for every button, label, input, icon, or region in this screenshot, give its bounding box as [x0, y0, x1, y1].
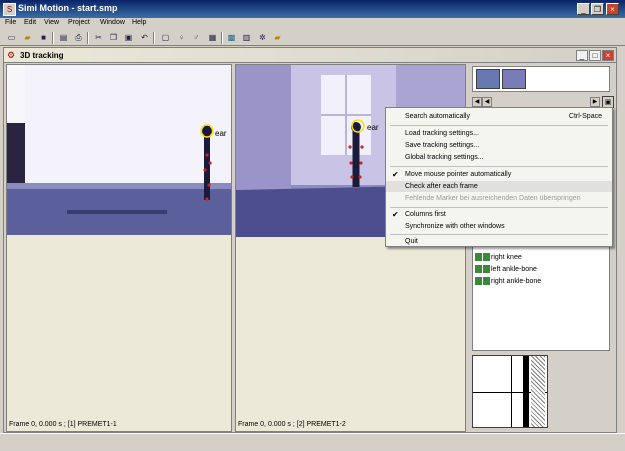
preview-grid: [472, 355, 548, 428]
menu-project[interactable]: Project: [68, 19, 90, 26]
menu-item-global-settings[interactable]: Global tracking settings...: [386, 152, 612, 163]
menu-item-columns-first[interactable]: ✔ Columns first: [386, 209, 612, 220]
app-icon[interactable]: S: [3, 3, 16, 16]
toolbar: ▭ ▰ ■ ▤ ⎙ ✂ ❐ ▣ ↶ ▢ ♀ ♂ ▦ ▩ ▥ ✲ ▰: [0, 30, 625, 46]
paste-icon[interactable]: ▣: [123, 32, 134, 43]
menu-item-label: Check after each frame: [405, 183, 478, 190]
marker-icon: [483, 253, 490, 262]
menu-help[interactable]: Help: [132, 19, 146, 26]
child-minimize-button[interactable]: _: [576, 50, 588, 61]
child-close-button[interactable]: ×: [602, 50, 614, 61]
open-folder-icon[interactable]: ▰: [22, 32, 33, 43]
minimize-button[interactable]: _: [577, 3, 590, 15]
menu-item-label: Move mouse pointer automatically: [405, 171, 512, 178]
menu-item-search-automatically[interactable]: Search automatically Ctrl-Space: [386, 111, 612, 122]
toolbar-separator: [87, 32, 89, 44]
chart-icon[interactable]: ▦: [207, 32, 218, 43]
check-icon: ✔: [392, 170, 399, 179]
left-status-text: Frame 0, 0.000 s ; [1] PREMET1-1: [9, 421, 117, 428]
figure-icon[interactable]: ♀: [176, 32, 187, 43]
tracking-window-title-bar: ⚙ 3D tracking _ □ ×: [4, 48, 616, 63]
toolbar-separator: [153, 32, 155, 44]
grid-bar: [523, 356, 529, 427]
print-preview-icon[interactable]: ▤: [58, 32, 69, 43]
scroll-right-button[interactable]: ▶: [590, 97, 600, 107]
list-item[interactable]: right ankle-bone: [475, 276, 541, 287]
status-bar: [0, 433, 625, 451]
camera-thumbnail-1[interactable]: [476, 69, 500, 89]
check-icon: ✔: [392, 210, 399, 219]
menu-edit[interactable]: Edit: [24, 19, 36, 26]
close-button[interactable]: ×: [606, 3, 619, 15]
menu-bar: File Edit View Project Window Help: [0, 18, 625, 30]
menu-item-label: Save tracking settings...: [405, 142, 480, 149]
list-item-label: left ankle-bone: [491, 266, 537, 273]
window-title: Simi Motion - start.smp: [18, 3, 118, 13]
menu-item-move-pointer[interactable]: ✔ Move mouse pointer automatically: [386, 169, 612, 180]
menu-window[interactable]: Window: [100, 19, 125, 26]
child-window-icon: ⚙: [7, 50, 16, 60]
camera-thumbnail-strip: [472, 66, 610, 92]
menu-file[interactable]: File: [5, 19, 16, 26]
restore-button[interactable]: ❐: [591, 3, 604, 15]
menu-item-shortcut: Ctrl-Space: [568, 113, 602, 120]
menu-item-load-settings[interactable]: Load tracking settings...: [386, 128, 612, 139]
menu-item-skip-missing-markers: Fehlende Marker bei ausreichenden Daten …: [386, 193, 612, 204]
marker-icon: [475, 253, 482, 262]
grid-hatch: [531, 356, 545, 427]
new-file-icon[interactable]: ▭: [6, 32, 17, 43]
print-icon[interactable]: ⎙: [73, 32, 84, 43]
walk-icon[interactable]: ♂: [191, 32, 202, 43]
left-camera-pane: ear Frame 0, 0.000 s ; [1] PREMET1-1: [6, 64, 232, 432]
scroll-left-button-2[interactable]: ◀: [482, 97, 492, 107]
context-menu: Search automatically Ctrl-Space Load trac…: [385, 107, 613, 247]
menu-separator: [390, 125, 608, 126]
menu-item-quit[interactable]: Quit: [386, 236, 612, 247]
list-item[interactable]: left ankle-bone: [475, 264, 537, 275]
toolbar-separator: [221, 32, 223, 44]
help-icon[interactable]: ✲: [257, 32, 268, 43]
menu-item-synchronize[interactable]: Synchronize with other windows: [386, 221, 612, 232]
menu-item-label: Columns first: [405, 211, 446, 218]
menu-item-label: Load tracking settings...: [405, 130, 479, 137]
left-marker-label: ear: [215, 129, 227, 138]
video-icon[interactable]: ▩: [226, 32, 237, 43]
left-video-frame[interactable]: ear: [7, 65, 231, 235]
menu-item-label: Search automatically: [405, 113, 470, 120]
menu-item-label: Global tracking settings...: [405, 154, 484, 161]
cut-icon[interactable]: ✂: [93, 32, 104, 43]
menu-item-check-after-frame[interactable]: Check after each frame: [386, 181, 612, 192]
settings-icon[interactable]: ▥: [241, 32, 252, 43]
camera-thumbnail-2[interactable]: [502, 69, 526, 89]
folder-icon[interactable]: ▰: [272, 32, 283, 43]
marker-icon: [475, 277, 482, 286]
menu-item-save-settings[interactable]: Save tracking settings...: [386, 140, 612, 151]
child-maximize-button[interactable]: □: [589, 50, 601, 61]
menu-separator: [390, 207, 608, 208]
menu-item-label: Fehlende Marker bei ausreichenden Daten …: [405, 195, 581, 202]
list-item-label: right ankle-bone: [491, 278, 542, 285]
left-video-scene: [7, 65, 231, 235]
scroll-left-button[interactable]: ◀: [472, 97, 482, 107]
title-bar: S Simi Motion - start.smp _ ❐ ×: [0, 0, 625, 18]
camera-icon[interactable]: ▢: [160, 32, 171, 43]
toolbar-separator: [52, 32, 54, 44]
undo-icon[interactable]: ↶: [139, 32, 150, 43]
marker-icon: [483, 277, 490, 286]
marker-icon: [483, 265, 490, 274]
menu-item-label: Synchronize with other windows: [405, 223, 505, 230]
marker-icon: [475, 265, 482, 274]
copy-icon[interactable]: ❐: [108, 32, 119, 43]
list-item-label: right knee: [491, 254, 522, 261]
tracking-window-title: 3D tracking: [20, 51, 64, 60]
menu-separator: [390, 234, 608, 235]
right-marker-label: ear: [367, 123, 379, 132]
right-status-text: Frame 0, 0.000 s ; [2] PREMET1-2: [238, 421, 346, 428]
list-item[interactable]: right knee: [475, 252, 522, 263]
menu-item-label: Quit: [405, 238, 418, 245]
menu-separator: [390, 166, 608, 167]
save-icon[interactable]: ■: [38, 32, 49, 43]
menu-view[interactable]: View: [44, 19, 59, 26]
